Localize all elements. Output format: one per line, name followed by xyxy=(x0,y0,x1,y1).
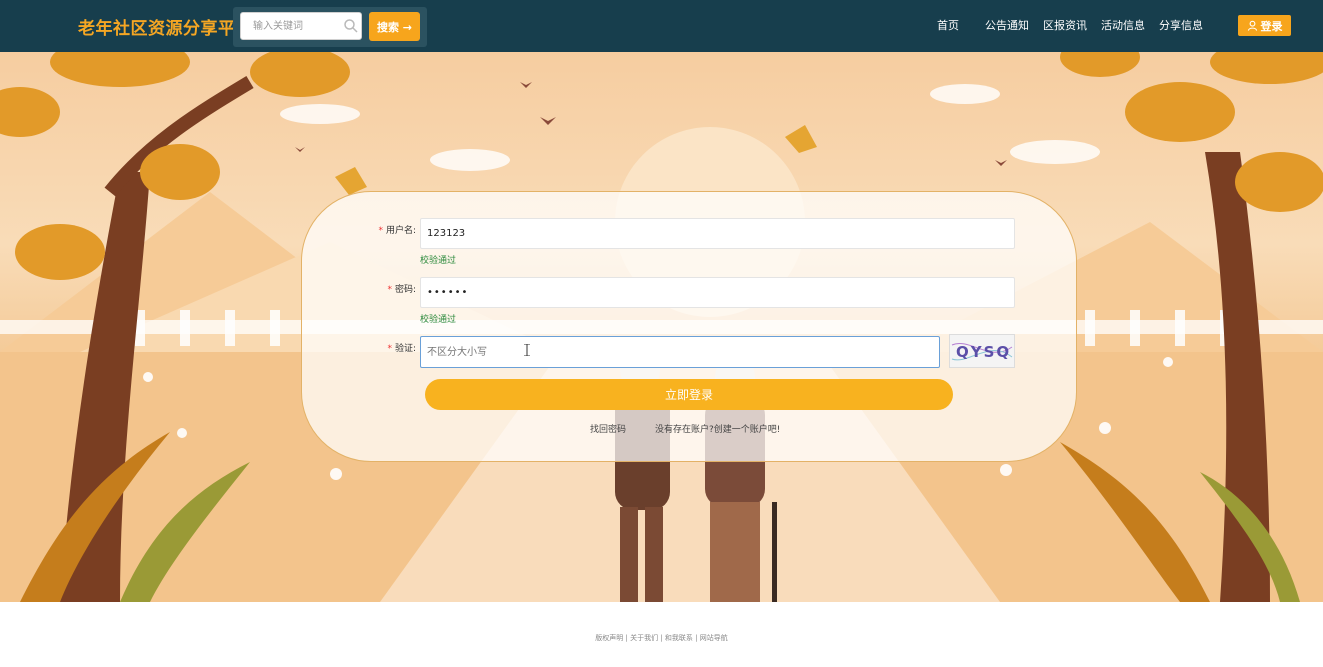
forgot-password-link[interactable]: 找回密码 xyxy=(590,422,626,435)
main-nav: 首页 公告通知 区报资讯 活动信息 分享信息 xyxy=(928,17,1203,35)
captcha-image[interactable]: QYSQ xyxy=(949,334,1015,368)
captcha-text: QYSQ xyxy=(956,343,1011,361)
text-cursor-icon xyxy=(524,344,530,356)
nav-shares[interactable]: 分享信息 xyxy=(1159,17,1203,35)
footer-link-about[interactable]: 关于我们 xyxy=(630,634,658,642)
top-navbar: 老年社区资源分享平台 搜索 → 首页 公告通知 区报资讯 活动信息 分享信息 登… xyxy=(0,0,1323,52)
search-button[interactable]: 搜索 → xyxy=(369,12,420,41)
search-bar: 搜索 → xyxy=(233,7,427,47)
login-button[interactable]: 登录 xyxy=(1238,15,1291,36)
username-field[interactable] xyxy=(420,218,1015,249)
password-valid-message: 校验通过 xyxy=(420,315,457,325)
required-marker: * xyxy=(387,344,392,354)
required-marker: * xyxy=(387,285,392,295)
footer: 版权声明 | 关于我们 | 和我联系 | 网站导航 xyxy=(0,602,1323,667)
captcha-label: * 验证: xyxy=(387,344,416,354)
footer-link-sitemap[interactable]: 网站导航 xyxy=(700,634,728,642)
login-button-label: 登录 xyxy=(1260,19,1283,33)
footer-links: 版权声明 | 关于我们 | 和我联系 | 网站导航 xyxy=(595,634,728,642)
footer-link-contact[interactable]: 和我联系 xyxy=(665,634,693,642)
password-label: * 密码: xyxy=(387,285,416,295)
register-link[interactable]: 没有存在账户?创建一个账户吧! xyxy=(655,422,780,435)
captcha-input[interactable] xyxy=(420,336,940,368)
required-marker: * xyxy=(378,226,383,236)
nav-home[interactable]: 首页 xyxy=(937,17,959,35)
username-valid-message: 校验通过 xyxy=(420,256,457,266)
nav-activities[interactable]: 活动信息 xyxy=(1101,17,1145,35)
login-submit-button[interactable]: 立即登录 xyxy=(425,379,953,410)
nav-notices[interactable]: 公告通知 xyxy=(985,17,1029,35)
nav-news[interactable]: 区报资讯 xyxy=(1043,17,1087,35)
site-title[interactable]: 老年社区资源分享平台 xyxy=(78,14,253,39)
user-icon xyxy=(1247,20,1257,31)
search-icon[interactable] xyxy=(343,18,359,34)
username-label: * 用户名: xyxy=(378,226,416,236)
password-field[interactable] xyxy=(420,277,1015,308)
footer-link-copyright[interactable]: 版权声明 xyxy=(595,634,623,642)
